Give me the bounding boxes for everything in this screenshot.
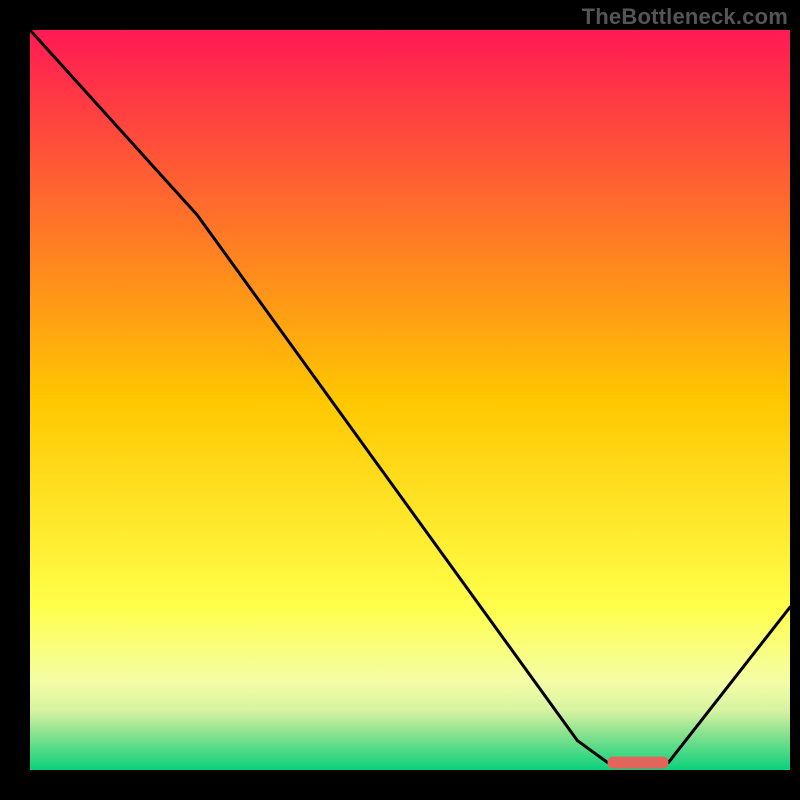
watermark-text: TheBottleneck.com: [582, 4, 788, 30]
plot-area: [30, 30, 790, 770]
bottleneck-chart: [0, 0, 800, 800]
optimum-marker: [608, 757, 669, 769]
